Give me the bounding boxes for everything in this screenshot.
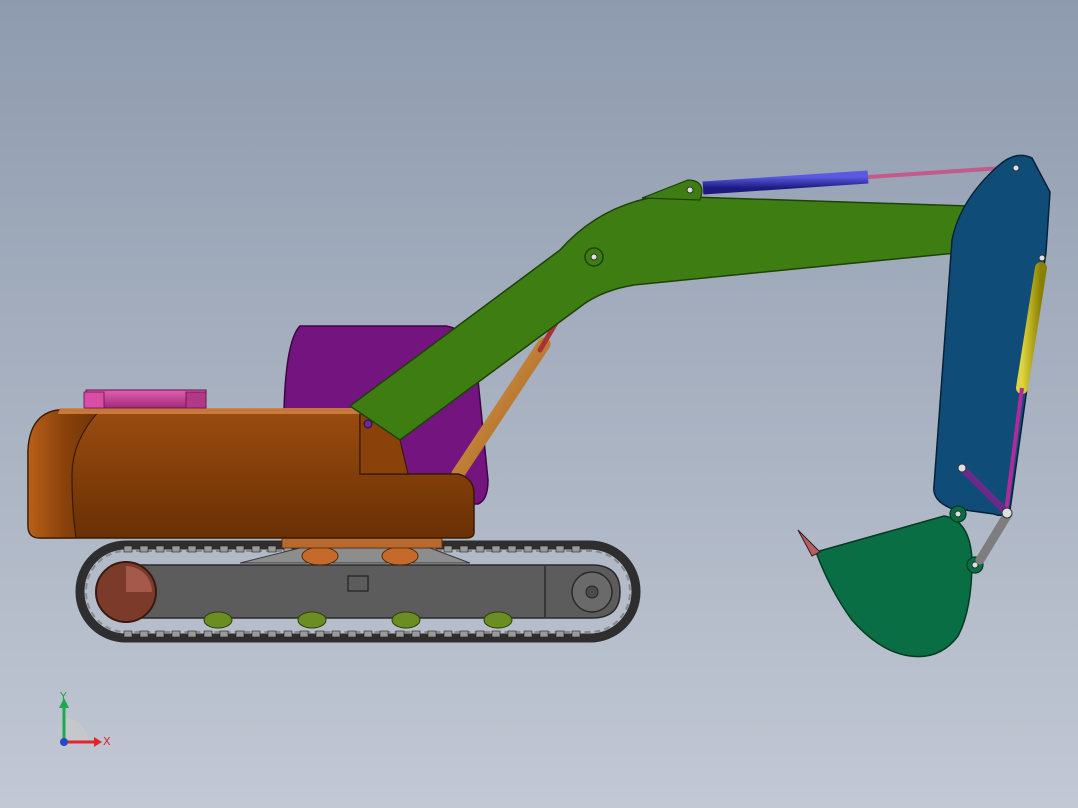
track-link	[555, 630, 565, 638]
boom-foot-pin	[363, 419, 373, 429]
track-link	[187, 630, 197, 638]
stick-bucket-cyl-pin	[1038, 254, 1046, 262]
track-link	[267, 630, 277, 638]
track-link	[123, 545, 133, 553]
track-link	[347, 630, 357, 638]
track-link	[171, 630, 181, 638]
cad-viewport[interactable]: Y X	[0, 0, 1078, 808]
track-link	[283, 630, 293, 638]
excavator-3d-model-view[interactable]: Y X	[0, 0, 1078, 808]
track-link	[571, 545, 581, 553]
track-link	[459, 630, 469, 638]
track-link	[395, 630, 405, 638]
track-link	[139, 545, 149, 553]
bucket-pin-upper-core	[954, 510, 962, 518]
track-link	[539, 630, 549, 638]
track-link	[411, 630, 421, 638]
triad-y-label: Y	[59, 690, 67, 703]
track-link	[155, 545, 165, 553]
track-link	[299, 630, 309, 638]
track-link	[475, 630, 485, 638]
track-link	[235, 545, 245, 553]
track-link	[171, 545, 181, 553]
track-link	[379, 630, 389, 638]
stick-top-pin	[1012, 164, 1020, 172]
track-link	[571, 630, 581, 638]
track-link	[203, 545, 213, 553]
track-link	[123, 630, 133, 638]
track-link	[443, 630, 453, 638]
stick-cyl-base-pin	[686, 186, 694, 194]
front-idler-hub	[585, 585, 599, 599]
track-link	[443, 545, 453, 553]
track-link	[203, 630, 213, 638]
track-link	[251, 630, 261, 638]
track-link	[315, 630, 325, 638]
track-link	[139, 630, 149, 638]
track-link	[267, 545, 277, 553]
track-link	[219, 545, 229, 553]
linkage-joint-pin	[1001, 507, 1013, 519]
track-link	[235, 630, 245, 638]
track-link	[523, 630, 533, 638]
track-link	[427, 630, 437, 638]
track-link	[539, 545, 549, 553]
engine-cover-right	[185, 391, 207, 409]
track-link	[187, 545, 197, 553]
triad-z-axis	[60, 738, 68, 746]
track-link	[331, 630, 341, 638]
triad-x-label: X	[103, 735, 111, 748]
upper-body-top-edge	[58, 408, 360, 414]
track-link	[251, 545, 261, 553]
track-link	[555, 545, 565, 553]
track-link	[507, 630, 517, 638]
track-link	[475, 545, 485, 553]
track-link	[507, 545, 517, 553]
track-link	[523, 545, 533, 553]
track-link	[459, 545, 469, 553]
track-link	[155, 630, 165, 638]
track-link	[491, 545, 501, 553]
track-link	[491, 630, 501, 638]
track-link	[363, 630, 373, 638]
track-link	[219, 630, 229, 638]
boom-cylinder-pin-core	[590, 253, 598, 261]
guide-link-pin	[957, 463, 967, 473]
engine-cover-side	[83, 391, 105, 409]
